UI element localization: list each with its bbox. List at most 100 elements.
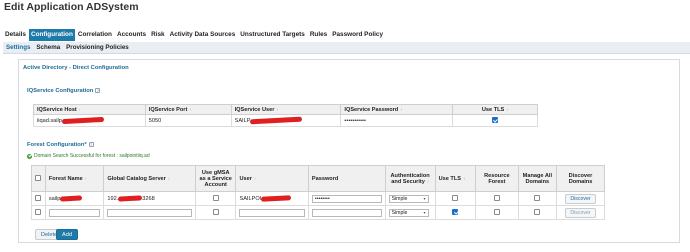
resource-forest-checkbox[interactable]: [493, 195, 500, 202]
table-row: sailp 192. 3268 SAILPOI •••••••• Simple ▾ …: [31, 191, 605, 206]
col-label: Use TLS: [438, 175, 461, 182]
select-all-checkbox[interactable]: [35, 175, 42, 182]
user-value: SAILPOI: [239, 195, 262, 202]
iqservice-section-title: IQService Configuration?: [27, 88, 101, 95]
manage-all-domains-checkbox[interactable]: [534, 209, 541, 216]
help-icon[interactable]: ?: [88, 142, 94, 147]
gc-port-value: 3268: [142, 195, 155, 202]
sort-icon: ↑: [426, 178, 429, 184]
col-password[interactable]: Password: [307, 165, 386, 192]
tab-password-policy[interactable]: Password Policy: [330, 29, 385, 41]
tab-rules[interactable]: Rules: [308, 29, 329, 41]
iqservice-host-value: iiqad.sailp: [37, 117, 62, 124]
col-manage-all-domains[interactable]: Manage All Domains: [517, 165, 558, 192]
gmsa-checkbox[interactable]: [212, 209, 219, 216]
redaction-mark: [261, 194, 292, 202]
tab-details[interactable]: Details: [3, 29, 28, 41]
tab-risk[interactable]: Risk: [149, 29, 167, 41]
gc-server-cell[interactable]: 192. 3268: [103, 191, 196, 206]
row-select-checkbox[interactable]: [35, 209, 42, 216]
user-cell[interactable]: SAILPOI: [235, 191, 309, 206]
redaction-mark: [60, 194, 83, 202]
main-tabs: Details Configuration Correlation Accoun…: [3, 29, 386, 41]
help-icon[interactable]: ?: [95, 88, 101, 93]
subtab-schema[interactable]: Schema: [33, 42, 63, 53]
tab-unstructured-targets[interactable]: Unstructured Targets: [238, 29, 307, 41]
gmsa-checkbox[interactable]: [212, 195, 219, 202]
sort-icon: ↑: [253, 175, 256, 181]
discover-cell: Discover: [556, 205, 605, 220]
password-input[interactable]: [311, 208, 382, 217]
gc-server-input[interactable]: [107, 208, 192, 217]
row-select-checkbox[interactable]: [35, 195, 42, 202]
iqservice-password-cell[interactable]: •••••••••••: [340, 114, 454, 127]
password-input[interactable]: ••••••••: [311, 194, 382, 203]
sort-icon: ↑: [463, 175, 465, 181]
col-iqservice-host[interactable]: IQService Host ↑: [33, 104, 146, 115]
col-label: Resource Forest: [484, 172, 510, 185]
col-label: IQService Port: [148, 106, 188, 113]
tab-accounts[interactable]: Accounts: [115, 29, 148, 41]
iqservice-port-value: 5050: [148, 117, 162, 124]
iqservice-user-value: SAILP: [234, 117, 251, 124]
col-label: User: [239, 175, 252, 182]
manage-all-cell: [517, 191, 558, 206]
col-user[interactable]: User ↑: [235, 165, 309, 192]
chevron-down-icon: ▾: [423, 196, 426, 201]
col-authentication-security[interactable]: Authentication and Security ↑: [384, 165, 436, 192]
col-label: Password: [311, 175, 339, 182]
col-forest-use-tls[interactable]: Use TLS ↑: [434, 165, 477, 192]
col-label: IQService User: [234, 106, 275, 113]
sort-icon: ↑: [400, 106, 403, 112]
use-tls-checkbox[interactable]: [452, 195, 459, 202]
forest-title-label: Forest Configuration*: [27, 142, 87, 149]
auth-security-select[interactable]: Simple ▾: [388, 194, 429, 203]
iqservice-table: IQService Host ↑ IQService Port ↑ IQServic…: [33, 104, 538, 127]
user-cell: [235, 205, 309, 220]
user-input[interactable]: [239, 208, 305, 217]
iqservice-title-label: IQService Configuration: [27, 88, 94, 95]
auth-security-select[interactable]: Simple ▾: [388, 208, 429, 217]
sub-tabs: Settings Schema Provisioning Policies: [3, 42, 690, 54]
subtab-provisioning-policies[interactable]: Provisioning Policies: [63, 42, 132, 53]
forest-name-value: sailp: [48, 195, 61, 202]
password-cell: ••••••••: [307, 191, 386, 206]
iqservice-user-cell[interactable]: SAILP: [230, 114, 342, 127]
col-label: Global Catalog Server: [107, 175, 166, 182]
auth-cell: Simple ▾: [384, 205, 436, 220]
iqservice-host-cell[interactable]: iiqad.sailp: [33, 114, 146, 127]
col-use-gmsa[interactable]: Use gMSA as a Service Account: [194, 165, 237, 192]
add-button[interactable]: Add: [56, 229, 78, 240]
resource-forest-cell: [475, 205, 519, 220]
success-message: Domain Search Successful for forest : sa…: [27, 153, 150, 159]
col-discover-domains[interactable]: Discover Domains: [556, 165, 605, 192]
discover-button[interactable]: Discover: [565, 193, 596, 204]
discover-button[interactable]: Discover: [565, 207, 596, 218]
iqservice-port-cell[interactable]: 5050: [144, 114, 232, 127]
discover-cell: Discover: [556, 191, 605, 206]
sort-icon: ↑: [84, 175, 87, 181]
col-iqservice-user[interactable]: IQService User ↑: [230, 104, 342, 115]
col-resource-forest[interactable]: Resource Forest: [475, 165, 519, 192]
chevron-down-icon: ▾: [423, 210, 426, 215]
forest-name-input[interactable]: [48, 208, 101, 217]
col-forest-name[interactable]: Forest Name ↑: [44, 165, 105, 192]
use-tls-cell: [434, 191, 477, 206]
tab-correlation[interactable]: Correlation: [76, 29, 114, 41]
gmsa-cell: [194, 191, 237, 206]
configuration-panel: Active Directory - Direct Configuration …: [18, 59, 680, 243]
use-tls-checkbox[interactable]: [492, 117, 499, 124]
col-iqservice-password[interactable]: IQService Password ↑: [340, 104, 454, 115]
subtab-settings[interactable]: Settings: [3, 42, 33, 53]
use-tls-checkbox[interactable]: [452, 209, 459, 216]
col-global-catalog-server[interactable]: Global Catalog Server ↑: [103, 165, 196, 192]
tab-configuration[interactable]: Configuration: [28, 29, 75, 41]
manage-all-domains-checkbox[interactable]: [534, 195, 541, 202]
resource-forest-checkbox[interactable]: [493, 209, 500, 216]
col-iqservice-port[interactable]: IQService Port ↑: [144, 104, 232, 115]
col-use-tls[interactable]: Use TLS ↑: [452, 104, 538, 115]
col-label: Discover Domains: [568, 172, 593, 185]
redaction-mark: [118, 194, 143, 202]
forest-name-cell[interactable]: sailp: [44, 191, 105, 206]
tab-activity-data-sources[interactable]: Activity Data Sources: [168, 29, 238, 41]
